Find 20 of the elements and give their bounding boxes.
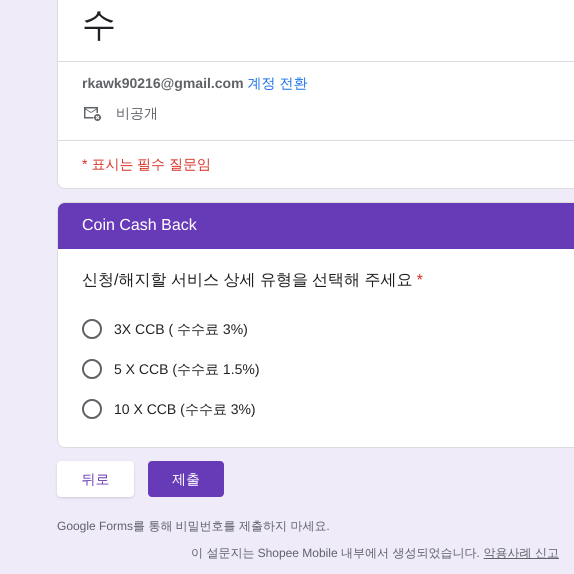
question-text: 신청/해지할 서비스 상세 유형을 선택해 주세요 [82,271,413,291]
radio-button[interactable] [82,359,102,379]
radio-option[interactable]: 5 X CCB (수수료 1.5%) [82,349,260,389]
radio-option[interactable]: 10 X CCB (수수료 3%) [82,389,256,429]
required-mark: * [416,271,423,291]
submit-button[interactable]: 제출 [148,461,224,497]
report-abuse-link[interactable]: 악용사례 신고 [484,544,559,562]
back-button[interactable]: 뒤로 [57,461,134,497]
footer-text: 이 설문지는 Shopee Mobile 내부에서 생성되었습니다. [190,545,480,562]
required-note: * 표시는 필수 질문임 [82,155,212,174]
switch-account-link[interactable]: 계정 전환 [248,72,308,94]
password-warning: Google Forms를 통해 비밀번호를 제출하지 마세요. [57,519,330,533]
mail-blocked-icon [82,104,102,122]
section-title: Coin Cash Back [82,216,197,236]
account-email: rkawk90216@gmail.com [82,74,244,93]
radio-button[interactable] [82,399,102,419]
radio-button[interactable] [82,319,102,339]
form-title: 수 [82,5,116,46]
radio-option[interactable]: 3X CCB ( 수수료 3%) [82,309,248,349]
privacy-label: 비공개 [116,104,158,122]
